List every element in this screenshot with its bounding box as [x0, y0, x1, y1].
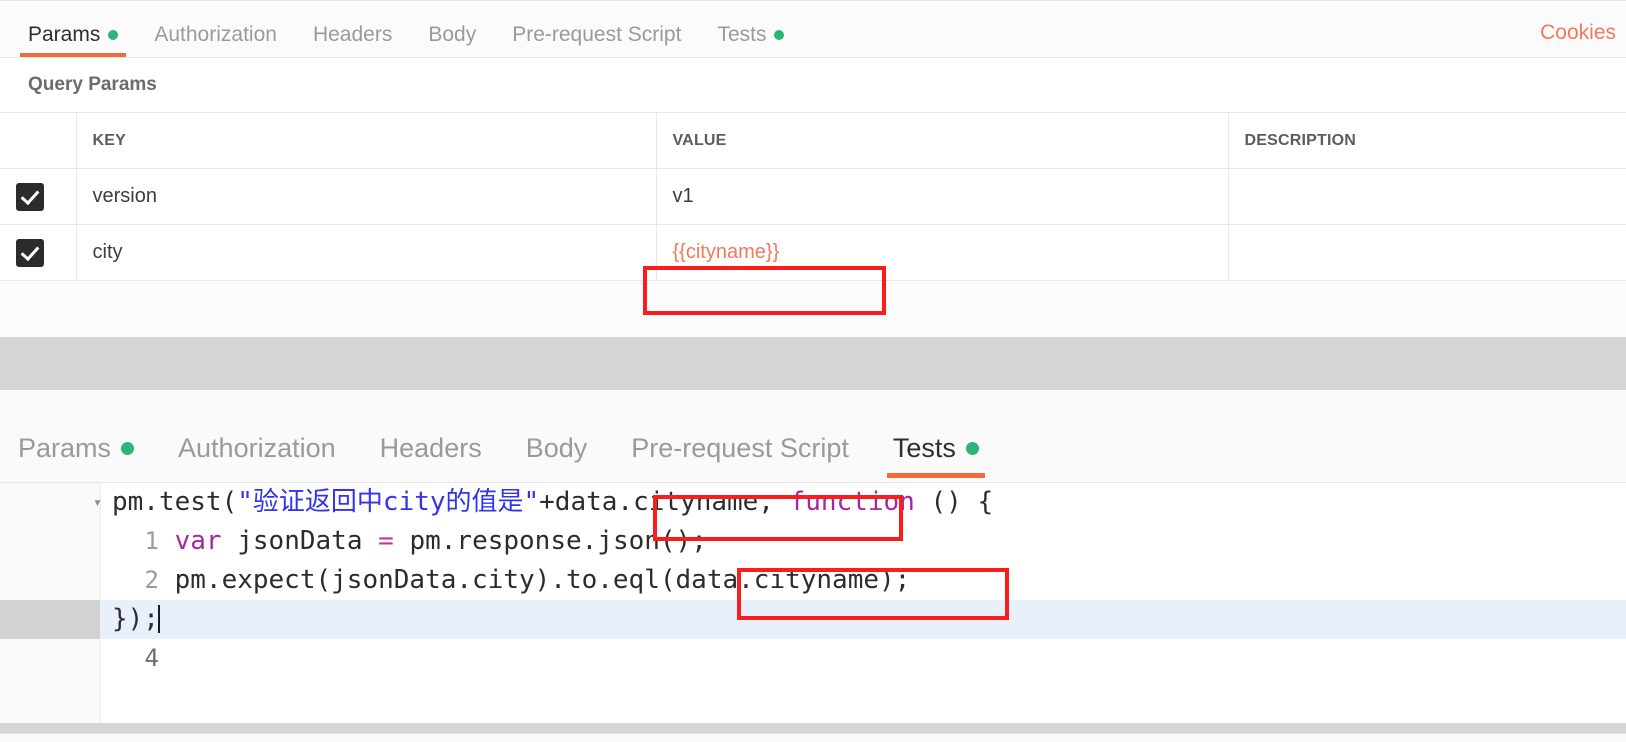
code-line: 1 ▾ pm.test("验证返回中city的值是"+data.cityname…: [0, 483, 1626, 555]
param-value-cell[interactable]: {{cityname}}: [656, 224, 1229, 281]
column-header-checkbox: [0, 112, 77, 169]
tab-authorization-top[interactable]: Authorization: [154, 24, 277, 57]
tab-params-bottom[interactable]: Params: [18, 433, 135, 478]
status-dot-icon: [965, 442, 979, 455]
tab-params-top[interactable]: Params: [19, 23, 127, 57]
code-token-concat: +data.cityname,: [539, 487, 790, 517]
tab-tests-bottom-label: Tests: [892, 433, 956, 463]
code-text[interactable]: pm.expect(jsonData.city).to.eql(data.cit…: [100, 561, 911, 600]
tab-body-top-label: Body: [428, 23, 477, 46]
line-number-gutter: 1 ▾: [0, 483, 159, 555]
table-header-row: KEY VALUE DESCRIPTION: [0, 112, 1626, 169]
query-params-table: KEY VALUE DESCRIPTION version v1 city {{…: [0, 112, 1626, 281]
column-header-value: VALUE: [656, 112, 1229, 169]
cookies-link[interactable]: Cookies: [1540, 21, 1616, 45]
param-key-cell[interactable]: version: [76, 168, 657, 225]
code-line-active: 4 });: [0, 600, 1626, 672]
tab-authorization-bottom-label: Authorization: [178, 433, 336, 463]
tab-pre-request-script-top[interactable]: Pre-request Script: [512, 24, 681, 57]
status-dot-icon: [121, 442, 135, 455]
tab-body-bottom[interactable]: Body: [526, 435, 588, 478]
line-number-gutter: 3: [0, 561, 159, 633]
code-token-keyword: var: [174, 526, 222, 556]
request-tabs-bottom: Params Authorization Headers Body Pre-re…: [0, 390, 1626, 478]
tab-params-top-label: Params: [28, 23, 101, 46]
code-token-string: "验证返回中city的值是": [237, 487, 540, 517]
checkbox-checked-icon[interactable]: [16, 238, 44, 267]
code-token-indent: [112, 526, 175, 556]
table-row: city {{cityname}}: [0, 224, 1626, 281]
row-enabled-checkbox-cell[interactable]: [0, 168, 77, 225]
code-token-tail: pm.response.json();: [393, 526, 707, 556]
tab-tests-bottom[interactable]: Tests: [886, 433, 985, 478]
param-value-variable: {{cityname}}: [672, 241, 780, 263]
tab-tests-top[interactable]: Tests: [717, 23, 785, 57]
param-description-cell[interactable]: [1228, 168, 1626, 225]
tab-pre-request-script-bottom[interactable]: Pre-request Script: [631, 435, 849, 478]
tab-pre-request-script-bottom-label: Pre-request Script: [631, 433, 849, 463]
request-builder-panel: Params Authorization Headers Body Pre-re…: [0, 0, 1626, 337]
query-params-section-label: Query Params: [0, 58, 1626, 112]
param-key-cell[interactable]: city: [76, 224, 657, 281]
code-token-operator: =: [378, 526, 394, 556]
code-token-tail: () {: [914, 487, 994, 517]
tab-headers-top[interactable]: Headers: [313, 24, 392, 57]
tab-body-top[interactable]: Body: [428, 24, 476, 57]
tests-code-editor[interactable]: 1 ▾ pm.test("验证返回中city的值是"+data.cityname…: [0, 482, 1626, 734]
param-value-cell[interactable]: v1: [656, 168, 1229, 225]
table-row: version v1: [0, 168, 1626, 225]
request-tabs-top: Params Authorization Headers Body Pre-re…: [0, 1, 1626, 58]
column-header-description: DESCRIPTION: [1228, 112, 1626, 169]
text-cursor: [157, 605, 160, 633]
line-number-gutter: 2: [0, 522, 159, 594]
code-text[interactable]: pm.test("验证返回中city的值是"+data.cityname, fu…: [100, 483, 993, 522]
column-header-key: KEY: [76, 112, 657, 169]
tab-authorization-top-label: Authorization: [154, 23, 277, 46]
code-text[interactable]: var jsonData = pm.response.json();: [100, 522, 707, 561]
tab-authorization-bottom[interactable]: Authorization: [178, 435, 336, 478]
param-description-cell[interactable]: [1228, 224, 1626, 281]
tab-headers-bottom-label: Headers: [379, 433, 482, 463]
code-token-tail: });: [112, 604, 159, 634]
code-text[interactable]: });: [100, 600, 160, 639]
tab-headers-bottom[interactable]: Headers: [380, 435, 482, 478]
tab-pre-request-script-top-label: Pre-request Script: [512, 23, 682, 46]
tab-body-bottom-label: Body: [525, 433, 588, 463]
code-token-call: pm.test(: [112, 487, 238, 517]
line-number: 4: [144, 644, 159, 672]
panel-divider: [0, 337, 1626, 390]
editor-bottom-bar: [0, 723, 1626, 733]
tab-tests-top-label: Tests: [717, 23, 767, 46]
code-token-keyword: function: [789, 487, 915, 517]
tests-script-panel: Params Authorization Headers Body Pre-re…: [0, 390, 1626, 742]
code-line: 2 var jsonData = pm.response.json();: [0, 522, 1626, 594]
code-token-identifier: jsonData: [221, 526, 379, 556]
status-dot-icon: [774, 29, 785, 40]
tab-params-bottom-label: Params: [18, 433, 112, 463]
line-number-gutter: 4: [0, 600, 159, 672]
status-dot-icon: [108, 29, 119, 40]
code-fold-arrow-icon[interactable]: ▾: [93, 483, 102, 522]
tab-headers-top-label: Headers: [312, 23, 393, 46]
checkbox-checked-icon[interactable]: [16, 182, 44, 211]
code-line: 3 pm.expect(jsonData.city).to.eql(data.c…: [0, 561, 1626, 633]
row-enabled-checkbox-cell[interactable]: [0, 224, 77, 281]
